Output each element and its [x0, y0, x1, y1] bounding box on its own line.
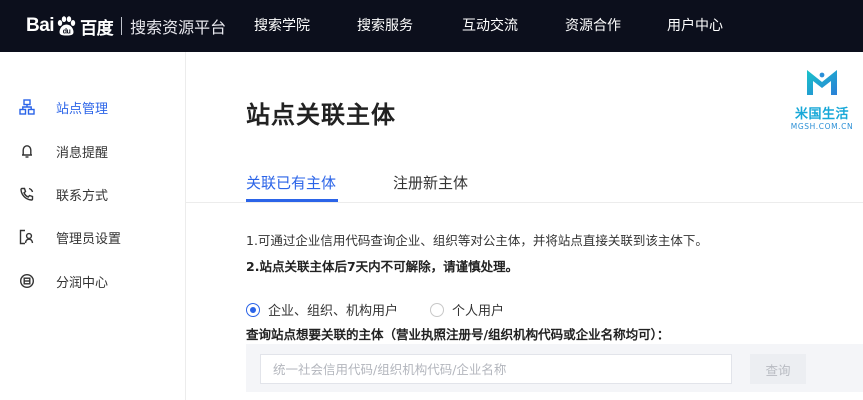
sidebar-item-contact[interactable]: 联系方式 — [18, 184, 108, 204]
sidebar-item-label: 联系方式 — [56, 188, 109, 204]
watermark-logo: 米国生活 MGSH.COM.CN — [782, 66, 862, 132]
tab-link-existing-entity[interactable]: 关联已有主体 — [246, 172, 336, 193]
sidebar-item-messages[interactable]: 消息提醒 — [18, 141, 108, 161]
baidu-logo[interactable]: Bai du 百度 搜索资源平台 — [26, 14, 226, 38]
radio-organization-user[interactable]: 企业、组织、机构用户 — [246, 300, 398, 319]
logo-wordmark: Bai du 百度 — [26, 14, 114, 39]
page-title: 站点关联主体 — [246, 101, 396, 129]
nav-item-search-academy[interactable]: 搜索学院 — [254, 0, 310, 52]
nav-item-resource-cooperation[interactable]: 资源合作 — [565, 0, 621, 52]
entity-search-input[interactable] — [260, 354, 732, 384]
query-label: 查询站点想要关联的主体（营业执照注册号/组织机构代码或企业名称均可）： — [246, 327, 670, 342]
svg-text:du: du — [63, 29, 71, 36]
tab-register-new-entity[interactable]: 注册新主体 — [393, 172, 468, 193]
sidebar: 站点管理 消息提醒 联系方式 管理员设置 分润中心 — [0, 52, 186, 400]
m-logo-icon — [807, 70, 837, 95]
top-navigation-bar: Bai du 百度 搜索资源平台 搜索学院 搜索服务 互动交流 资源合作 用户中… — [0, 0, 863, 52]
notice-line-1: 1.可通过企业信用代码查询企业、组织等对公主体，并将站点直接关联到该主体下。 — [246, 233, 708, 248]
platform-name: 搜索资源平台 — [130, 18, 227, 37]
site-tree-icon — [18, 98, 36, 116]
tab-divider — [186, 202, 863, 203]
revenue-icon — [18, 272, 36, 290]
radio-unchecked-indicator[interactable] — [430, 302, 444, 317]
sidebar-item-label: 管理员设置 — [56, 231, 122, 247]
radio-individual-user[interactable]: 个人用户 — [430, 300, 504, 319]
sidebar-item-site-management[interactable]: 站点管理 — [18, 97, 108, 117]
query-button[interactable]: 查询 — [750, 354, 806, 384]
sidebar-item-label: 消息提醒 — [56, 145, 109, 161]
nav-item-user-center[interactable]: 用户中心 — [667, 0, 723, 52]
radio-label: 个人用户 — [452, 304, 505, 319]
watermark-domain: MGSH.COM.CN — [790, 122, 854, 131]
radio-label: 企业、组织、机构用户 — [268, 304, 399, 319]
nav-item-interaction[interactable]: 互动交流 — [462, 0, 518, 52]
logo-text-baidu: 百度 — [80, 18, 114, 38]
radio-checked-indicator[interactable] — [246, 302, 260, 317]
logo-divider — [121, 17, 123, 35]
paw-icon: du — [55, 15, 77, 37]
notice-line-2: 2.站点关联主体后7天内不可解除，请谨慎处理。 — [246, 259, 519, 274]
sidebar-item-label: 站点管理 — [56, 101, 109, 117]
logo-text-bai: Bai — [26, 15, 55, 36]
bell-icon — [18, 142, 36, 160]
phone-icon — [18, 185, 36, 203]
sidebar-item-label: 分润中心 — [56, 275, 109, 291]
watermark-name: 米国生活 — [794, 107, 849, 122]
nav-item-search-services[interactable]: 搜索服务 — [357, 0, 413, 52]
sidebar-item-revenue-center[interactable]: 分润中心 — [18, 271, 108, 291]
sidebar-item-admin-settings[interactable]: 管理员设置 — [18, 227, 121, 247]
admin-icon — [18, 228, 36, 246]
